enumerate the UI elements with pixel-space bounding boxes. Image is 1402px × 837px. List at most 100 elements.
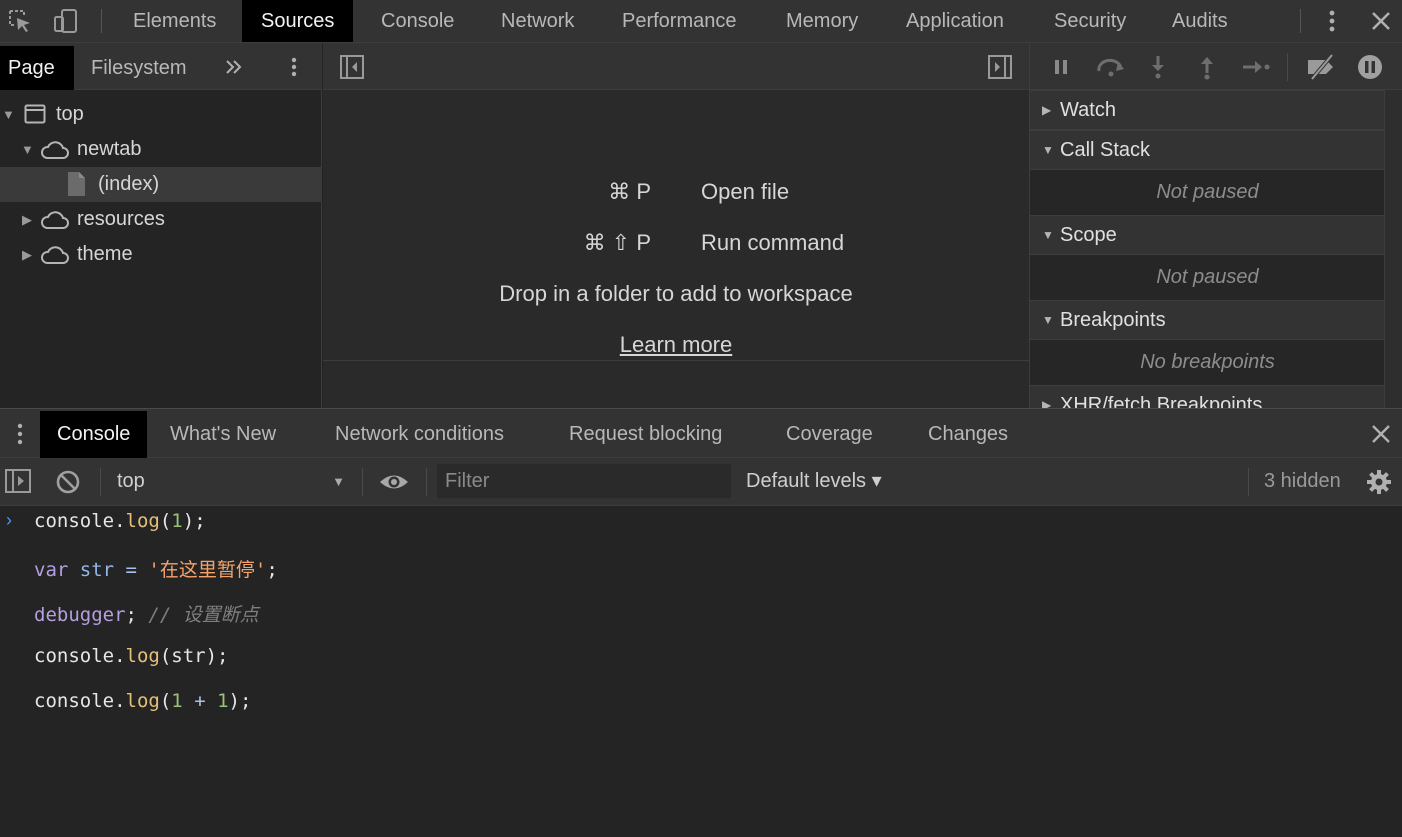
code-token: // 设置断点 xyxy=(148,604,259,626)
tab-memory[interactable]: Memory xyxy=(786,0,858,42)
tab-network[interactable]: Network xyxy=(501,0,574,42)
deactivate-breakpoints-icon[interactable] xyxy=(1304,53,1338,81)
pane-title: Watch xyxy=(1060,99,1116,121)
code-token: '在这里暂停' xyxy=(148,559,267,581)
code-token: ; xyxy=(266,559,278,581)
code-token: 1 xyxy=(217,690,229,712)
tree-item-label: (index) xyxy=(98,173,160,195)
code-token: str xyxy=(79,559,115,581)
collapsed-arrow-icon[interactable]: ▶ xyxy=(22,202,32,237)
step-into-icon[interactable] xyxy=(1144,53,1172,81)
close-devtools-icon[interactable] xyxy=(1367,7,1395,35)
step-over-icon[interactable] xyxy=(1094,53,1128,81)
pane-call-stack-header[interactable]: ▼ Call Stack xyxy=(1030,130,1385,170)
toggle-debugger-icon[interactable] xyxy=(987,54,1013,80)
clear-console-icon[interactable] xyxy=(55,469,81,495)
console-prompt-chevron-icon: › xyxy=(6,510,12,530)
code-token: console. xyxy=(34,645,126,667)
tab-elements[interactable]: Elements xyxy=(133,0,216,42)
collapsed-arrow-icon: ▶ xyxy=(1042,103,1052,117)
js-context-select[interactable]: top ▼ xyxy=(103,458,353,505)
debugger-scrollbar[interactable] xyxy=(1384,90,1402,408)
drawer-tab-request-blocking[interactable]: Request blocking xyxy=(569,411,722,458)
shortcut-run-command-keys: ⌘ ⇧ P xyxy=(583,230,651,255)
live-expression-eye-icon[interactable] xyxy=(378,470,410,494)
navigator-menu-icon[interactable] xyxy=(284,55,304,79)
drawer-tab-network-conditions[interactable]: Network conditions xyxy=(335,411,504,458)
tab-security[interactable]: Security xyxy=(1054,0,1126,42)
pane-xhr-breakpoints-header[interactable]: ▶ XHR/fetch Breakpoints xyxy=(1030,385,1385,408)
tree-item-index[interactable]: (index) xyxy=(0,167,322,202)
cloud-icon xyxy=(41,246,69,264)
shortcut-open-file-label[interactable]: Open file xyxy=(701,179,789,205)
code-token: log xyxy=(125,690,160,712)
console-input-area[interactable]: › console.log(1); var str = '在这里暂停'; debug… xyxy=(0,506,1402,837)
console-filter-input[interactable] xyxy=(437,464,731,498)
drawer-tab-changes[interactable]: Changes xyxy=(928,411,1008,458)
code-token: log xyxy=(125,510,160,532)
code-token: (str); xyxy=(159,645,229,667)
drawer-tab-whats-new[interactable]: What's New xyxy=(170,411,276,458)
step-icon[interactable] xyxy=(1240,53,1272,81)
learn-more-link-wrap: Learn more xyxy=(323,332,1029,358)
shortcut-run-command-label[interactable]: Run command xyxy=(701,230,844,256)
tab-application[interactable]: Application xyxy=(906,0,1004,42)
pane-scope-header[interactable]: ▼ Scope xyxy=(1030,215,1385,255)
log-levels-dropdown[interactable]: Default levels ▾ xyxy=(746,458,882,505)
scope-status: Not paused xyxy=(1030,255,1385,300)
console-code-line: console.log(1); xyxy=(34,510,206,532)
tab-sources[interactable]: Sources xyxy=(242,0,354,42)
tree-item-label: top xyxy=(56,103,84,125)
pane-watch-header[interactable]: ▶ Watch xyxy=(1030,90,1385,130)
tab-audits[interactable]: Audits xyxy=(1172,0,1228,42)
console-settings-gear-icon[interactable] xyxy=(1366,469,1392,495)
more-tabs-chevron-icon[interactable] xyxy=(224,58,244,76)
drawer-menu-icon[interactable] xyxy=(10,421,30,447)
cloud-icon xyxy=(41,141,69,159)
toolbar-divider xyxy=(1287,53,1288,81)
collapsed-arrow-icon[interactable]: ▶ xyxy=(22,237,32,272)
tree-item-top[interactable]: ▼ top xyxy=(0,97,322,132)
code-token: ( xyxy=(159,690,172,712)
toolbar-divider xyxy=(426,468,427,496)
tab-performance[interactable]: Performance xyxy=(622,0,737,42)
code-token: ); xyxy=(182,510,206,532)
tree-item-resources[interactable]: ▶ resources xyxy=(0,202,322,237)
pane-title: Call Stack xyxy=(1060,139,1151,161)
expand-arrow-icon[interactable]: ▼ xyxy=(21,132,34,167)
console-code-line: debugger; // 设置断点 xyxy=(34,600,259,627)
breakpoints-status: No breakpoints xyxy=(1030,340,1385,385)
tree-item-label: resources xyxy=(77,208,165,230)
dropdown-arrow-icon: ▼ xyxy=(332,474,345,489)
pause-icon[interactable] xyxy=(1047,53,1075,81)
editor-toolbar xyxy=(323,43,1029,90)
tab-filesystem[interactable]: Filesystem xyxy=(91,46,187,90)
expand-arrow-icon[interactable]: ▼ xyxy=(2,97,15,132)
drawer-tab-coverage[interactable]: Coverage xyxy=(786,411,873,458)
more-options-icon[interactable] xyxy=(1318,7,1346,35)
toolbar-divider xyxy=(1300,9,1301,33)
toggle-navigator-icon[interactable] xyxy=(339,54,365,80)
close-drawer-icon[interactable] xyxy=(1368,421,1394,447)
step-out-icon[interactable] xyxy=(1193,53,1221,81)
code-token: 1 xyxy=(171,690,183,712)
drop-folder-hint: Drop in a folder to add to workspace xyxy=(499,281,853,306)
code-token: ( xyxy=(159,510,172,532)
code-token: ); xyxy=(228,690,252,712)
shortcut-open-file-keys: ⌘ P xyxy=(608,179,651,204)
cloud-icon xyxy=(41,211,69,229)
show-sidebar-icon[interactable] xyxy=(4,468,32,494)
console-toolbar: top ▼ Default levels ▾ 3 hidden xyxy=(0,458,1402,506)
tab-console[interactable]: Console xyxy=(381,0,454,42)
pane-breakpoints-header[interactable]: ▼ Breakpoints xyxy=(1030,300,1385,340)
inspect-element-icon[interactable] xyxy=(6,7,34,35)
device-toolbar-icon[interactable] xyxy=(52,7,80,35)
tree-item-newtab[interactable]: ▼ newtab xyxy=(0,132,322,167)
editor-footer xyxy=(323,360,1029,408)
debugger-toolbar xyxy=(1030,43,1402,90)
learn-more-link[interactable]: Learn more xyxy=(620,332,733,357)
tree-item-theme[interactable]: ▶ theme xyxy=(0,237,322,272)
pause-on-exceptions-icon[interactable] xyxy=(1356,53,1384,81)
drawer-tab-console[interactable]: Console xyxy=(40,411,148,458)
tab-page[interactable]: Page xyxy=(0,46,74,90)
